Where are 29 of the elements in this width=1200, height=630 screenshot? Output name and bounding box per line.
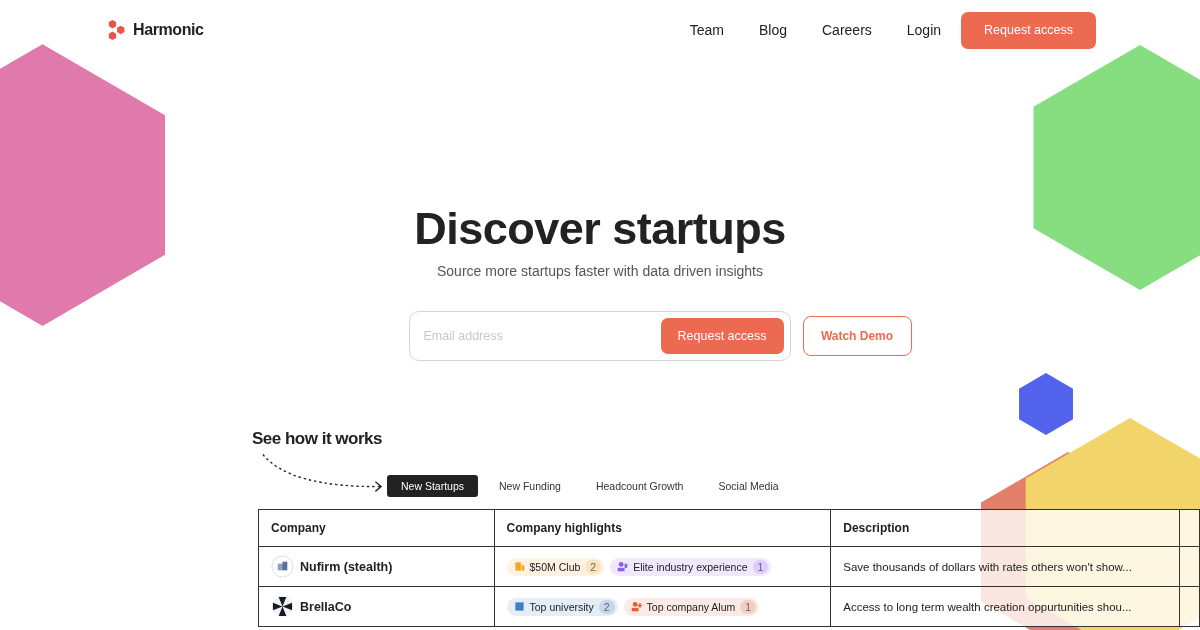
count-badge: 2 <box>598 599 615 614</box>
count-badge: 2 <box>585 559 602 574</box>
tab[interactable]: Social Media <box>704 475 793 497</box>
tag-label: $50M Club <box>529 560 581 573</box>
nav-link[interactable]: Team <box>689 22 724 38</box>
company-name: Nufirm (stealth) <box>300 559 393 574</box>
hero-subtitle: Source more startups faster with data driven insights <box>436 263 763 279</box>
column-header: Company <box>258 509 495 547</box>
hero-title: Discover startups <box>414 202 786 256</box>
count-badge: 1 <box>752 559 769 574</box>
section-heading: See how it works <box>252 429 382 449</box>
tab[interactable]: New Startups <box>387 475 479 497</box>
tab[interactable]: New Funding <box>485 475 575 497</box>
tag-label: Top university <box>529 600 594 613</box>
nav-link[interactable]: Careers <box>822 22 872 38</box>
table-cell: Save thousands of dollars with rates others won't show... <box>830 546 1180 587</box>
table-cell: Access to long term wealth creation oppurtunities shou... <box>830 586 1180 627</box>
column-header: Description <box>830 509 1180 547</box>
tag-label: Top company Alum <box>646 600 736 613</box>
company-name: BrellaCo <box>300 599 352 614</box>
nav-link[interactable]: Blog <box>758 22 787 38</box>
company-logo-icon <box>271 555 294 578</box>
nav-link[interactable]: Login <box>906 22 942 38</box>
count-badge: 1 <box>740 599 757 614</box>
tag-label: Elite industry experience <box>633 560 748 573</box>
company-logo-icon <box>271 595 294 618</box>
tab[interactable]: Headcount Growth <box>581 475 698 497</box>
brand-name[interactable]: Harmonic <box>133 21 204 39</box>
column-header: Company highlights <box>494 509 831 547</box>
